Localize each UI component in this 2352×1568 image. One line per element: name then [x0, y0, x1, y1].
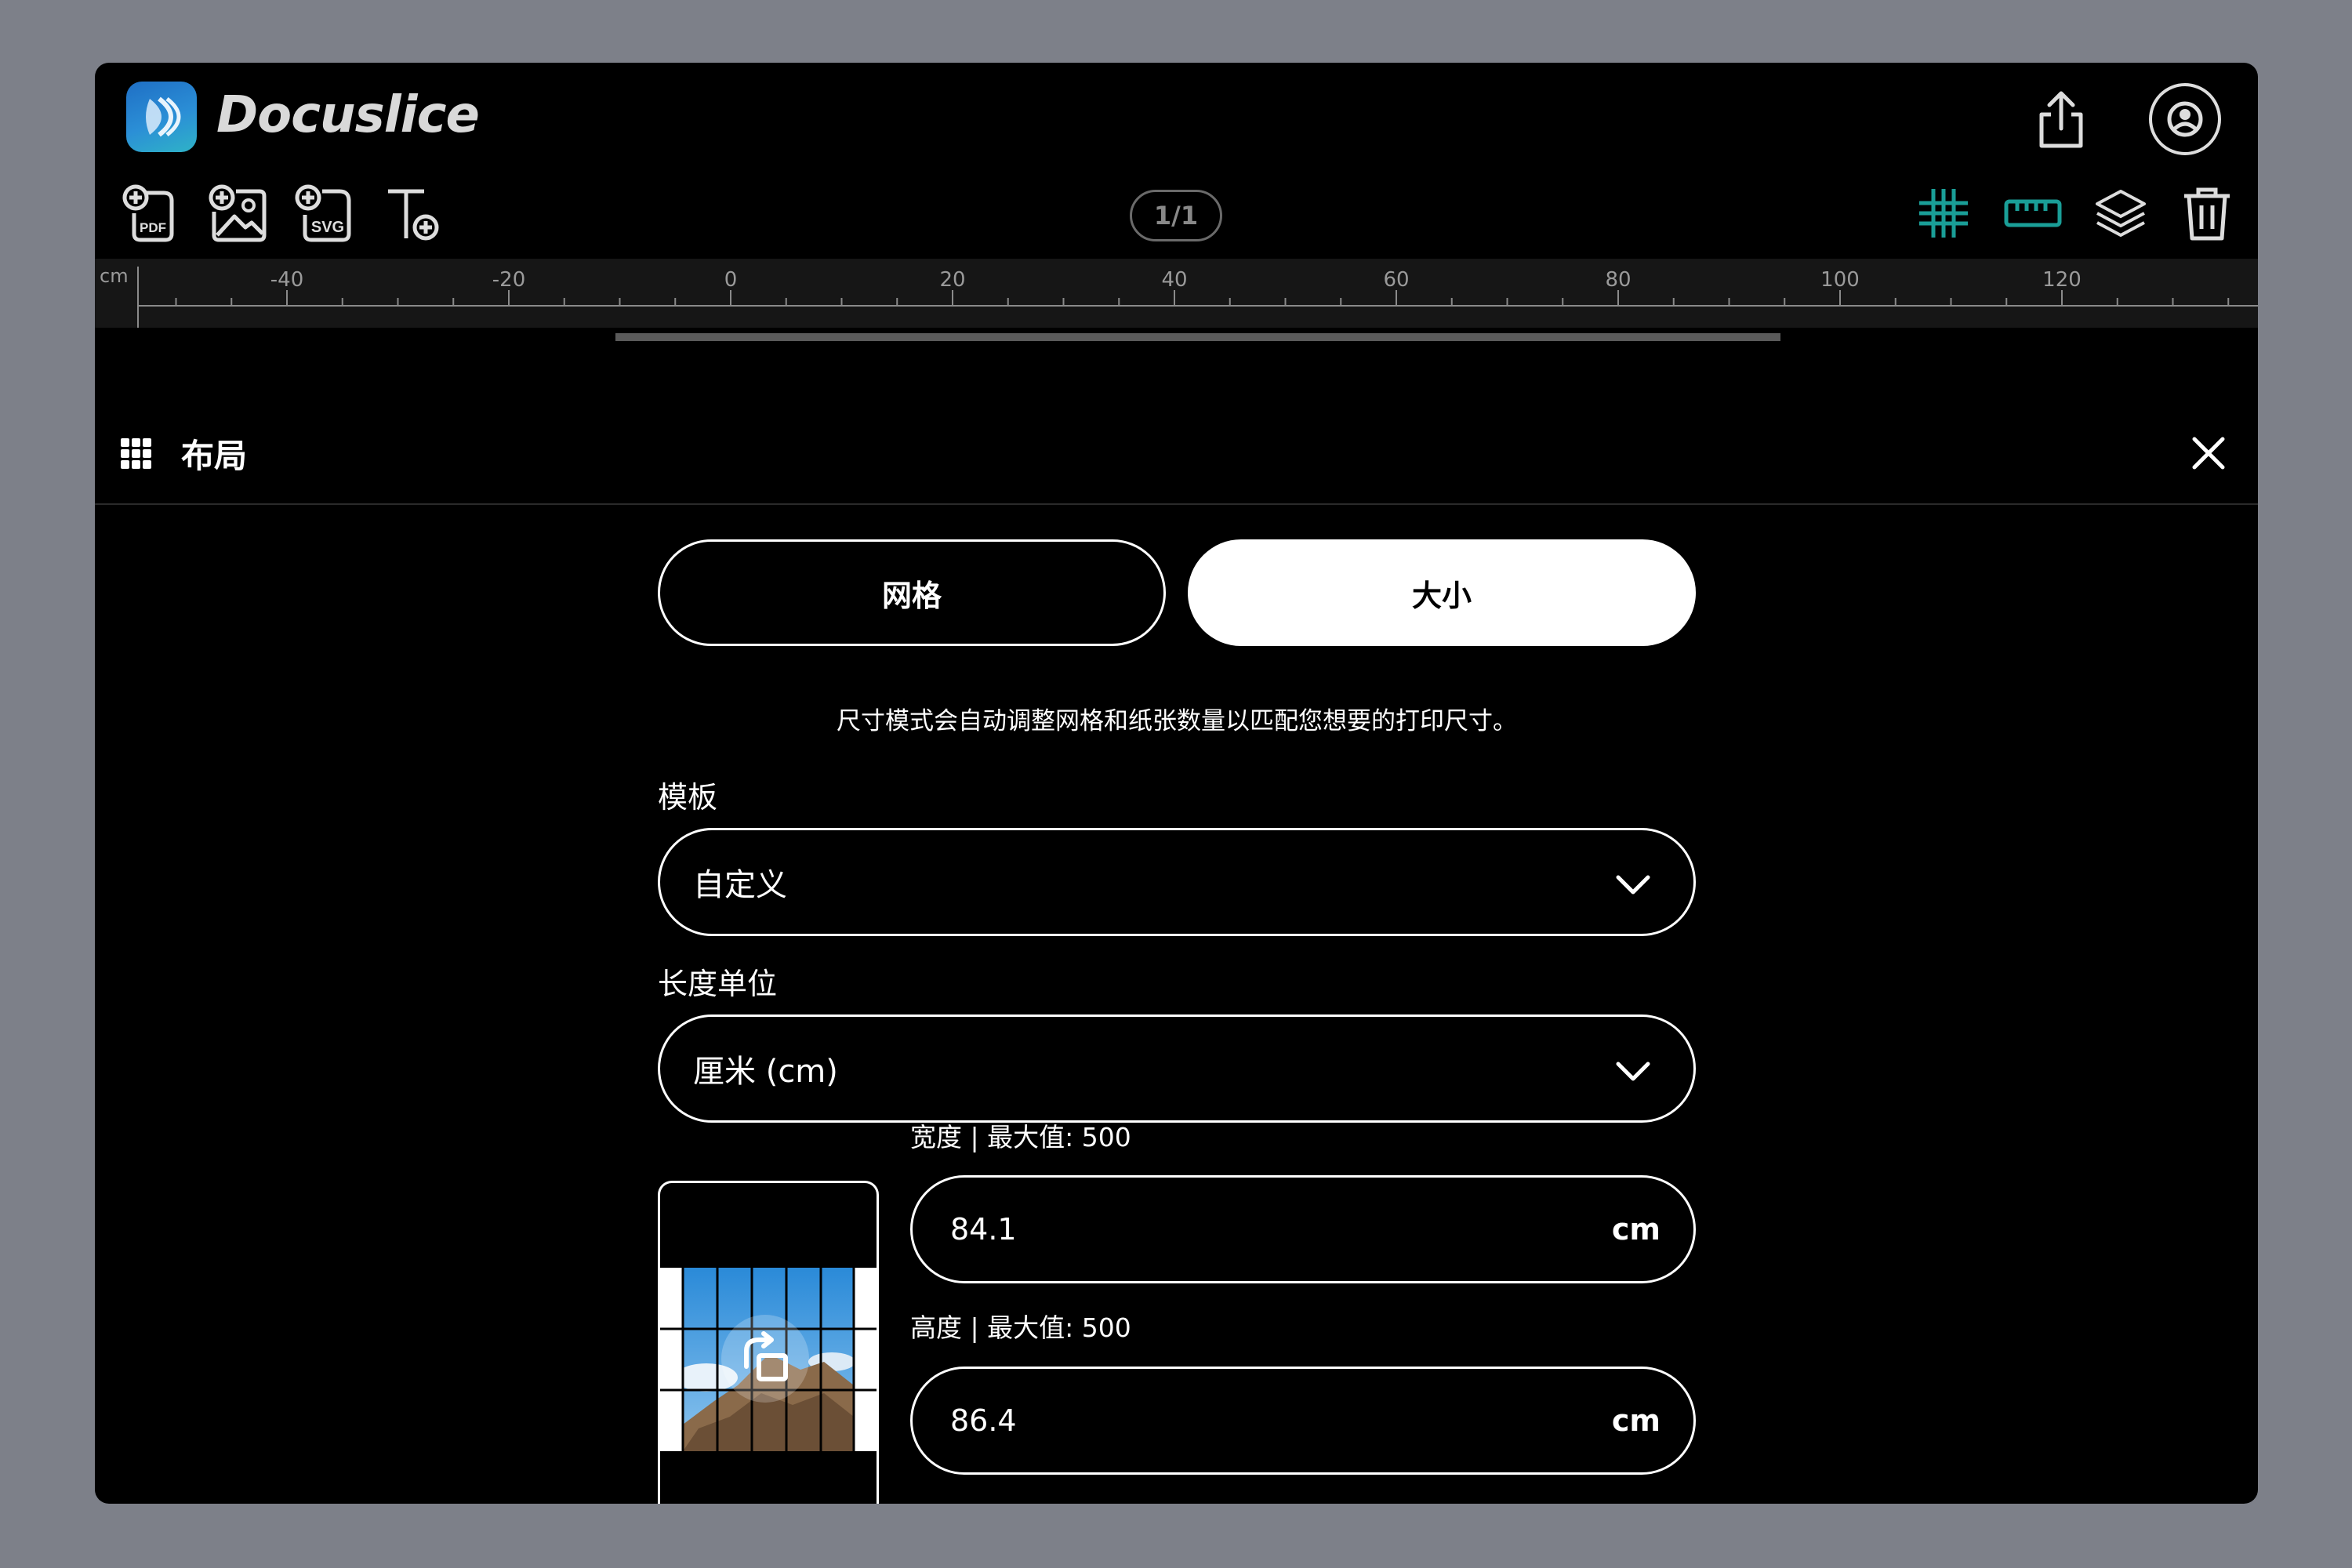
- add-pdf-button[interactable]: PDF: [118, 179, 187, 248]
- docuslice-logo-icon: [126, 82, 197, 152]
- delete-button[interactable]: [2172, 179, 2241, 248]
- tab-size[interactable]: 大小: [1188, 539, 1696, 646]
- page-indicator[interactable]: 1/1: [1130, 190, 1222, 241]
- length-unit-value: 厘米 (cm): [693, 1054, 838, 1090]
- height-label: 高度 | 最大值: 500: [910, 1312, 1131, 1343]
- svg-badge: SVG: [311, 219, 344, 236]
- ruler-tick-label: 80: [1605, 268, 1631, 292]
- ruler-tick-label: -40: [270, 268, 303, 292]
- size-mode-description: 尺寸模式会自动调整网格和纸张数量以匹配您想要的打印尺寸。: [837, 707, 1517, 735]
- account-button[interactable]: [2147, 82, 2223, 157]
- pdf-badge: PDF: [140, 220, 166, 235]
- height-input[interactable]: 86.4 cm: [910, 1367, 1696, 1475]
- ruler-tick-label: -20: [492, 268, 525, 292]
- add-svg-button[interactable]: SVG: [291, 179, 360, 248]
- grid-dots-icon: [121, 438, 151, 469]
- app-name: Docuslice: [216, 86, 480, 144]
- width-input[interactable]: 84.1 cm: [910, 1175, 1696, 1283]
- ruler-toggle-button[interactable]: [1998, 179, 2067, 248]
- ruler-tick-label: 120: [2042, 268, 2082, 292]
- width-label: 宽度 | 最大值: 500: [910, 1122, 1131, 1152]
- add-image-button[interactable]: [205, 179, 274, 248]
- layout-panel-header: 布局: [95, 372, 2258, 505]
- add-text-icon: [388, 189, 439, 241]
- template-value: 自定义: [693, 867, 787, 903]
- app-window: Docuslice PDF SVG 1/1 -40 -20 0 20 40 60…: [95, 63, 2258, 1504]
- ruler-icon: [2004, 199, 2062, 227]
- ruler-tick-label: 40: [1161, 268, 1187, 292]
- tab-grid[interactable]: 网格: [658, 539, 1166, 646]
- grid-toggle-button[interactable]: [1909, 179, 1978, 248]
- ruler-tick-label: 60: [1383, 268, 1409, 292]
- height-value: 86.4: [950, 1403, 1017, 1438]
- ruler-tick-label: 0: [724, 268, 738, 292]
- height-unit: cm: [1611, 1403, 1661, 1438]
- ruler-range-bar: [615, 333, 1780, 341]
- add-image-icon: [209, 184, 267, 242]
- width-value: 84.1: [950, 1212, 1017, 1247]
- add-pdf-icon: PDF: [122, 184, 174, 242]
- layers-icon: [2096, 190, 2146, 237]
- ruler-tick-label: 20: [939, 268, 965, 292]
- length-unit-select[interactable]: 厘米 (cm): [658, 1014, 1696, 1123]
- horizontal-ruler[interactable]: -40 -20 0 20 40 60 80 100 120 cm: [95, 259, 2258, 328]
- grid-icon: [1919, 189, 1968, 238]
- share-icon: [2039, 91, 2083, 148]
- length-unit-label: 长度单位: [658, 967, 778, 1001]
- chevron-down-icon: [1616, 875, 1650, 895]
- template-label: 模板: [658, 780, 718, 815]
- ruler-scale: -40 -20 0 20 40 60 80 100 120: [137, 267, 2258, 328]
- account-icon: [2149, 83, 2221, 155]
- share-button[interactable]: [2024, 82, 2099, 157]
- close-icon[interactable]: [2187, 431, 2230, 475]
- add-text-button[interactable]: [379, 179, 448, 248]
- layers-button[interactable]: [2086, 179, 2155, 248]
- chevron-down-icon: [1616, 1062, 1650, 1081]
- size-preview: [658, 1181, 879, 1504]
- ruler-tick-label: 100: [1820, 268, 1860, 292]
- width-unit: cm: [1611, 1212, 1661, 1247]
- panel-title: 布局: [181, 437, 248, 475]
- add-svg-icon: SVG: [295, 184, 351, 242]
- ruler-unit-label: cm: [100, 265, 129, 287]
- rotate-icon[interactable]: [718, 1312, 812, 1406]
- template-select[interactable]: 自定义: [658, 828, 1696, 936]
- trash-icon: [2184, 187, 2230, 241]
